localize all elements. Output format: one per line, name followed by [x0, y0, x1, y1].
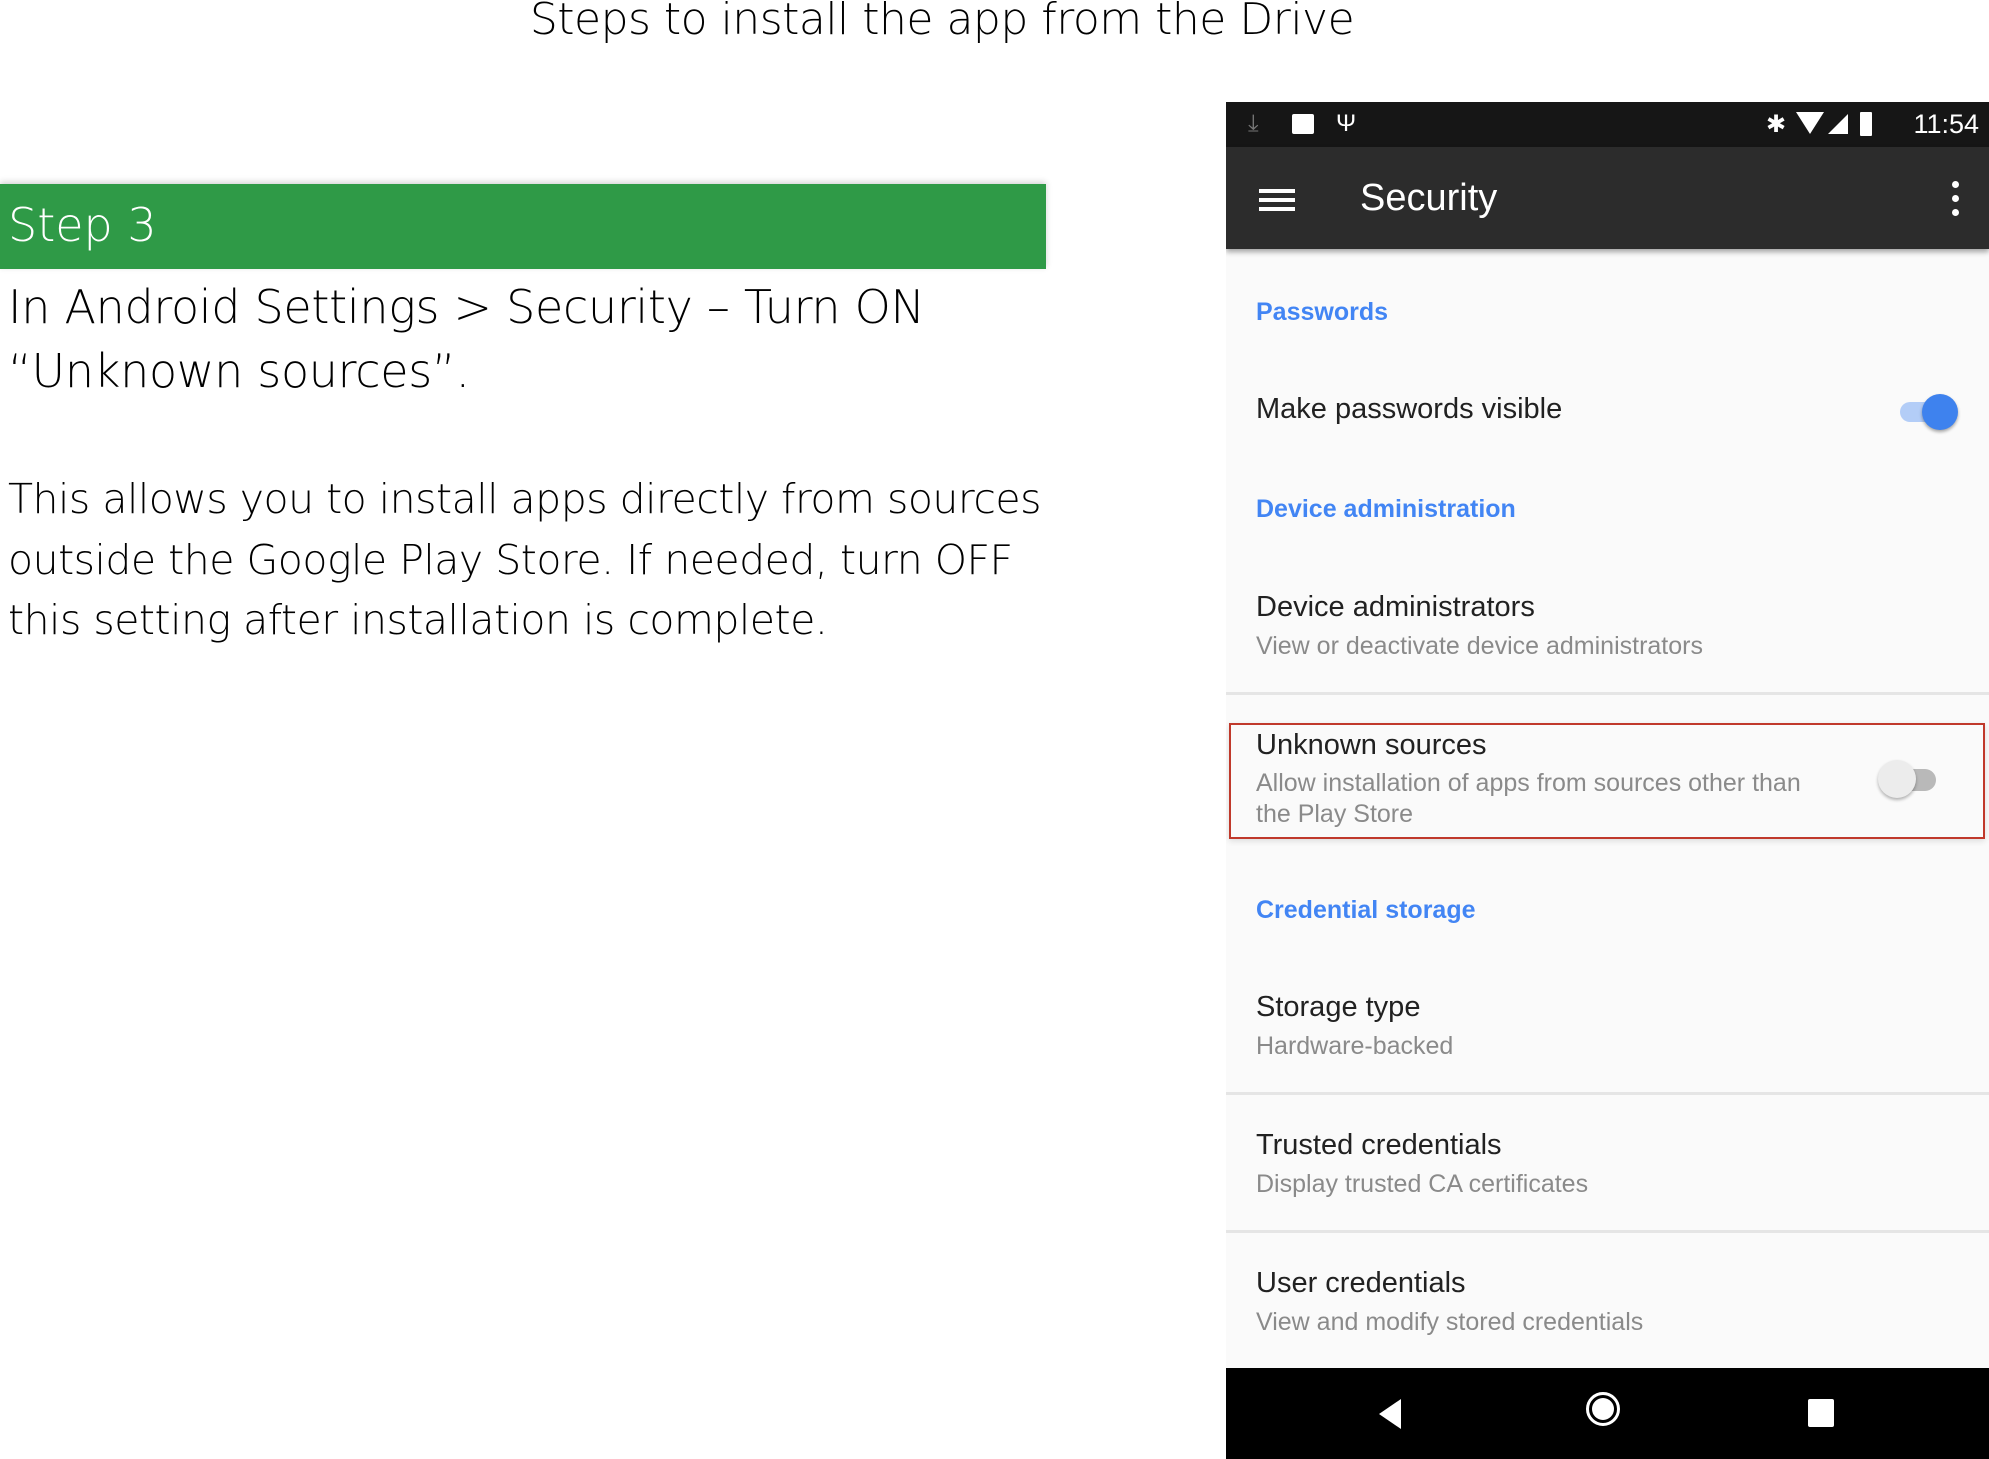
step-banner: Step 3 — [0, 184, 1046, 269]
setting-title: Unknown sources — [1256, 729, 1487, 761]
signal-icon — [1828, 114, 1848, 134]
setting-subtitle: Display trusted CA certificates — [1256, 1170, 1589, 1198]
paragraph-line-3: this setting after installation is compl… — [8, 596, 828, 644]
setting-title: Device administrators — [1256, 591, 1535, 623]
step-label: Step 3 — [8, 198, 157, 252]
toggle-thumb — [1878, 760, 1916, 798]
make-passwords-visible-toggle[interactable] — [1896, 394, 1958, 430]
section-header-device-administration: Device administration — [1256, 495, 1516, 523]
setting-title: Storage type — [1256, 991, 1421, 1023]
setting-subtitle: View and modify stored credentials — [1256, 1308, 1644, 1336]
phone-screenshot: ⤓ Ψ ✱ 11:54 Security Passwords Make pass… — [1226, 102, 1989, 1459]
instruction-line-1: In Android Settings > Security – Turn ON — [8, 280, 925, 334]
usb-icon: Ψ — [1336, 110, 1357, 137]
status-time: 11:54 — [1913, 109, 1979, 139]
unknown-sources-toggle[interactable] — [1878, 760, 1940, 798]
more-vert-icon[interactable] — [1951, 181, 1961, 217]
section-header-passwords: Passwords — [1256, 298, 1389, 326]
battery-icon — [1860, 112, 1872, 136]
divider — [1226, 692, 1989, 695]
app-toolbar: Security — [1226, 147, 1989, 249]
setting-title: User credentials — [1256, 1267, 1466, 1299]
paragraph-line-2: outside the Google Play Store. If needed… — [8, 536, 1013, 584]
wifi-icon — [1796, 112, 1824, 134]
recents-icon[interactable] — [1808, 1399, 1834, 1427]
setting-subtitle-line-2: the Play Store — [1256, 800, 1414, 828]
bluetooth-icon: ✱ — [1766, 111, 1787, 138]
setting-subtitle-line-1: Allow installation of apps from sources … — [1256, 769, 1801, 797]
toggle-thumb — [1922, 394, 1958, 430]
paragraph-line-1: This allows you to install apps directly… — [8, 475, 1041, 523]
instruction-line-2: “Unknown sources”. — [8, 344, 470, 398]
toolbar-title: Security — [1360, 177, 1498, 219]
setting-title: Make passwords visible — [1256, 393, 1563, 425]
back-icon[interactable] — [1379, 1399, 1401, 1429]
divider — [1226, 1230, 1989, 1233]
setting-title: Trusted credentials — [1256, 1129, 1502, 1161]
download-icon: ⤓ — [1248, 110, 1259, 137]
navigation-bar — [1226, 1368, 1989, 1459]
setting-subtitle: View or deactivate device administrators — [1256, 632, 1703, 660]
slide-title: Steps to install the app from the Drive — [529, 0, 1355, 45]
hamburger-menu-icon[interactable] — [1259, 189, 1295, 211]
section-header-credential-storage: Credential storage — [1256, 896, 1476, 924]
status-bar: ⤓ Ψ ✱ 11:54 — [1226, 102, 1989, 147]
divider — [1226, 1092, 1989, 1095]
image-icon — [1292, 114, 1314, 134]
setting-subtitle: Hardware-backed — [1256, 1032, 1454, 1060]
home-icon[interactable] — [1586, 1392, 1620, 1426]
